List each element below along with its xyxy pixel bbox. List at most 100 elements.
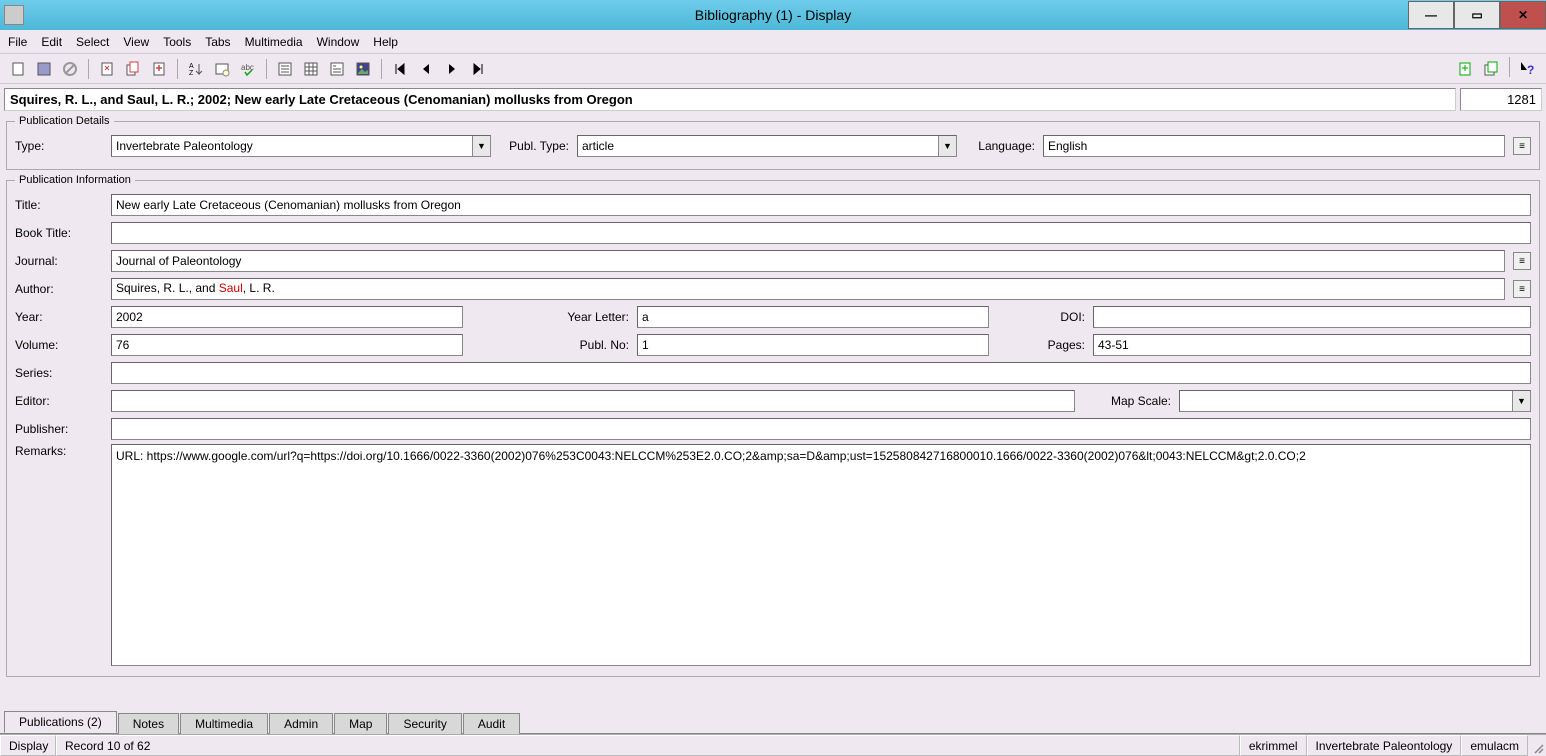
author-label: Author:	[15, 282, 103, 296]
menu-select[interactable]: Select	[76, 35, 109, 49]
sort-icon[interactable]: AZ	[184, 57, 208, 81]
menu-file[interactable]: File	[8, 35, 27, 49]
status-user: ekrimmel	[1240, 735, 1307, 756]
pages-input[interactable]	[1093, 334, 1531, 356]
publ-no-input[interactable]	[637, 334, 989, 356]
tab-admin[interactable]: Admin	[269, 713, 333, 734]
author-highlighted: Saul	[219, 281, 243, 295]
editor-input[interactable]	[111, 390, 1075, 412]
pages-label: Pages:	[997, 338, 1085, 352]
publ-no-label: Publ. No:	[471, 338, 629, 352]
publ-type-label: Publ. Type:	[499, 139, 569, 153]
remarks-textarea[interactable]: URL: https://www.google.com/url?q=https:…	[111, 444, 1531, 666]
svg-text:A: A	[189, 63, 194, 70]
lookup-icon[interactable]: ≡	[1513, 137, 1531, 155]
year-letter-label: Year Letter:	[471, 310, 629, 324]
nav-first-icon[interactable]	[388, 57, 412, 81]
volume-label: Volume:	[15, 338, 103, 352]
menu-window[interactable]: Window	[317, 35, 360, 49]
minimize-button[interactable]: —	[1408, 1, 1454, 29]
dropdown-arrow-icon[interactable]: ▼	[472, 136, 490, 156]
language-label: Language:	[965, 139, 1035, 153]
nav-last-icon[interactable]	[466, 57, 490, 81]
series-label: Series:	[15, 366, 103, 380]
publ-type-combo[interactable]: article ▼	[577, 135, 957, 157]
resize-grip-icon[interactable]	[1528, 735, 1546, 756]
maximize-button[interactable]: ▭	[1454, 1, 1500, 29]
author-input[interactable]: Squires, R. L., and Saul, L. R.	[111, 278, 1505, 300]
year-letter-input[interactable]	[637, 306, 989, 328]
discard-icon[interactable]	[58, 57, 82, 81]
tab-notes[interactable]: Notes	[118, 713, 179, 734]
lookup-icon[interactable]: ≡	[1513, 280, 1531, 298]
publisher-input[interactable]	[111, 418, 1531, 440]
publication-details-group: Publication Details Type: Invertebrate P…	[6, 115, 1540, 170]
tab-audit[interactable]: Audit	[463, 713, 520, 734]
lookup-icon[interactable]: ≡	[1513, 252, 1531, 270]
context-help-icon[interactable]: ?	[1516, 57, 1540, 81]
publication-details-legend: Publication Details	[15, 115, 114, 127]
volume-input[interactable]	[111, 334, 463, 356]
publication-info-legend: Publication Information	[15, 174, 135, 186]
save-icon[interactable]	[32, 57, 56, 81]
copy-icon[interactable]	[121, 57, 145, 81]
app-icon	[4, 5, 24, 25]
attach-icon[interactable]	[1453, 57, 1477, 81]
author-part1: Squires, R. L., and	[116, 281, 219, 295]
book-title-label: Book Title:	[15, 226, 103, 240]
menu-tabs[interactable]: Tabs	[205, 35, 230, 49]
spellcheck-icon[interactable]: abc	[236, 57, 260, 81]
record-header: Squires, R. L., and Saul, L. R.; 2002; N…	[0, 84, 1546, 115]
tabs-bar: Publications (2) Notes Multimedia Admin …	[0, 712, 1546, 734]
statusbar: Display Record 10 of 62 ekrimmel Inverte…	[0, 734, 1546, 756]
new-icon[interactable]	[6, 57, 30, 81]
tab-map[interactable]: Map	[334, 713, 387, 734]
map-scale-combo[interactable]: ▼	[1179, 390, 1531, 412]
status-server: emulacm	[1461, 735, 1528, 756]
tab-publications[interactable]: Publications (2)	[4, 711, 117, 733]
attach-multi-icon[interactable]	[1479, 57, 1503, 81]
book-title-input[interactable]	[111, 222, 1531, 244]
publ-type-value: article	[582, 139, 614, 153]
author-part2: , L. R.	[243, 281, 275, 295]
nav-next-icon[interactable]	[440, 57, 464, 81]
tab-security[interactable]: Security	[388, 713, 461, 734]
publisher-label: Publisher:	[15, 422, 103, 436]
window-controls: — ▭ ✕	[1408, 1, 1546, 29]
menu-edit[interactable]: Edit	[41, 35, 62, 49]
ditto-icon[interactable]	[95, 57, 119, 81]
reports-icon[interactable]	[210, 57, 234, 81]
year-input[interactable]	[111, 306, 463, 328]
dropdown-arrow-icon[interactable]: ▼	[1512, 391, 1530, 411]
insert-icon[interactable]	[147, 57, 171, 81]
doi-label: DOI:	[997, 310, 1085, 324]
editor-label: Editor:	[15, 394, 103, 408]
title-label: Title:	[15, 198, 103, 212]
view-details-icon[interactable]	[273, 57, 297, 81]
citation-display: Squires, R. L., and Saul, L. R.; 2002; N…	[4, 88, 1456, 111]
series-input[interactable]	[111, 362, 1531, 384]
menu-multimedia[interactable]: Multimedia	[245, 35, 303, 49]
tab-multimedia[interactable]: Multimedia	[180, 713, 268, 734]
doi-input[interactable]	[1093, 306, 1531, 328]
year-label: Year:	[15, 310, 103, 324]
record-id-display: 1281	[1460, 88, 1542, 111]
title-input[interactable]	[111, 194, 1531, 216]
dropdown-arrow-icon[interactable]: ▼	[938, 136, 956, 156]
close-button[interactable]: ✕	[1500, 1, 1546, 29]
menu-tools[interactable]: Tools	[163, 35, 191, 49]
content-area: Publication Details Type: Invertebrate P…	[0, 115, 1546, 712]
nav-prev-icon[interactable]	[414, 57, 438, 81]
toolbar: AZ abc ?	[0, 54, 1546, 84]
view-image-icon[interactable]	[351, 57, 375, 81]
menu-view[interactable]: View	[123, 35, 149, 49]
svg-text:?: ?	[1527, 63, 1534, 77]
language-input[interactable]	[1043, 135, 1505, 157]
view-contact-icon[interactable]	[325, 57, 349, 81]
journal-input[interactable]	[111, 250, 1505, 272]
type-label: Type:	[15, 139, 103, 153]
menu-help[interactable]: Help	[373, 35, 398, 49]
type-combo[interactable]: Invertebrate Paleontology ▼	[111, 135, 491, 157]
window-title: Bibliography (1) - Display	[695, 7, 851, 23]
view-list-icon[interactable]	[299, 57, 323, 81]
